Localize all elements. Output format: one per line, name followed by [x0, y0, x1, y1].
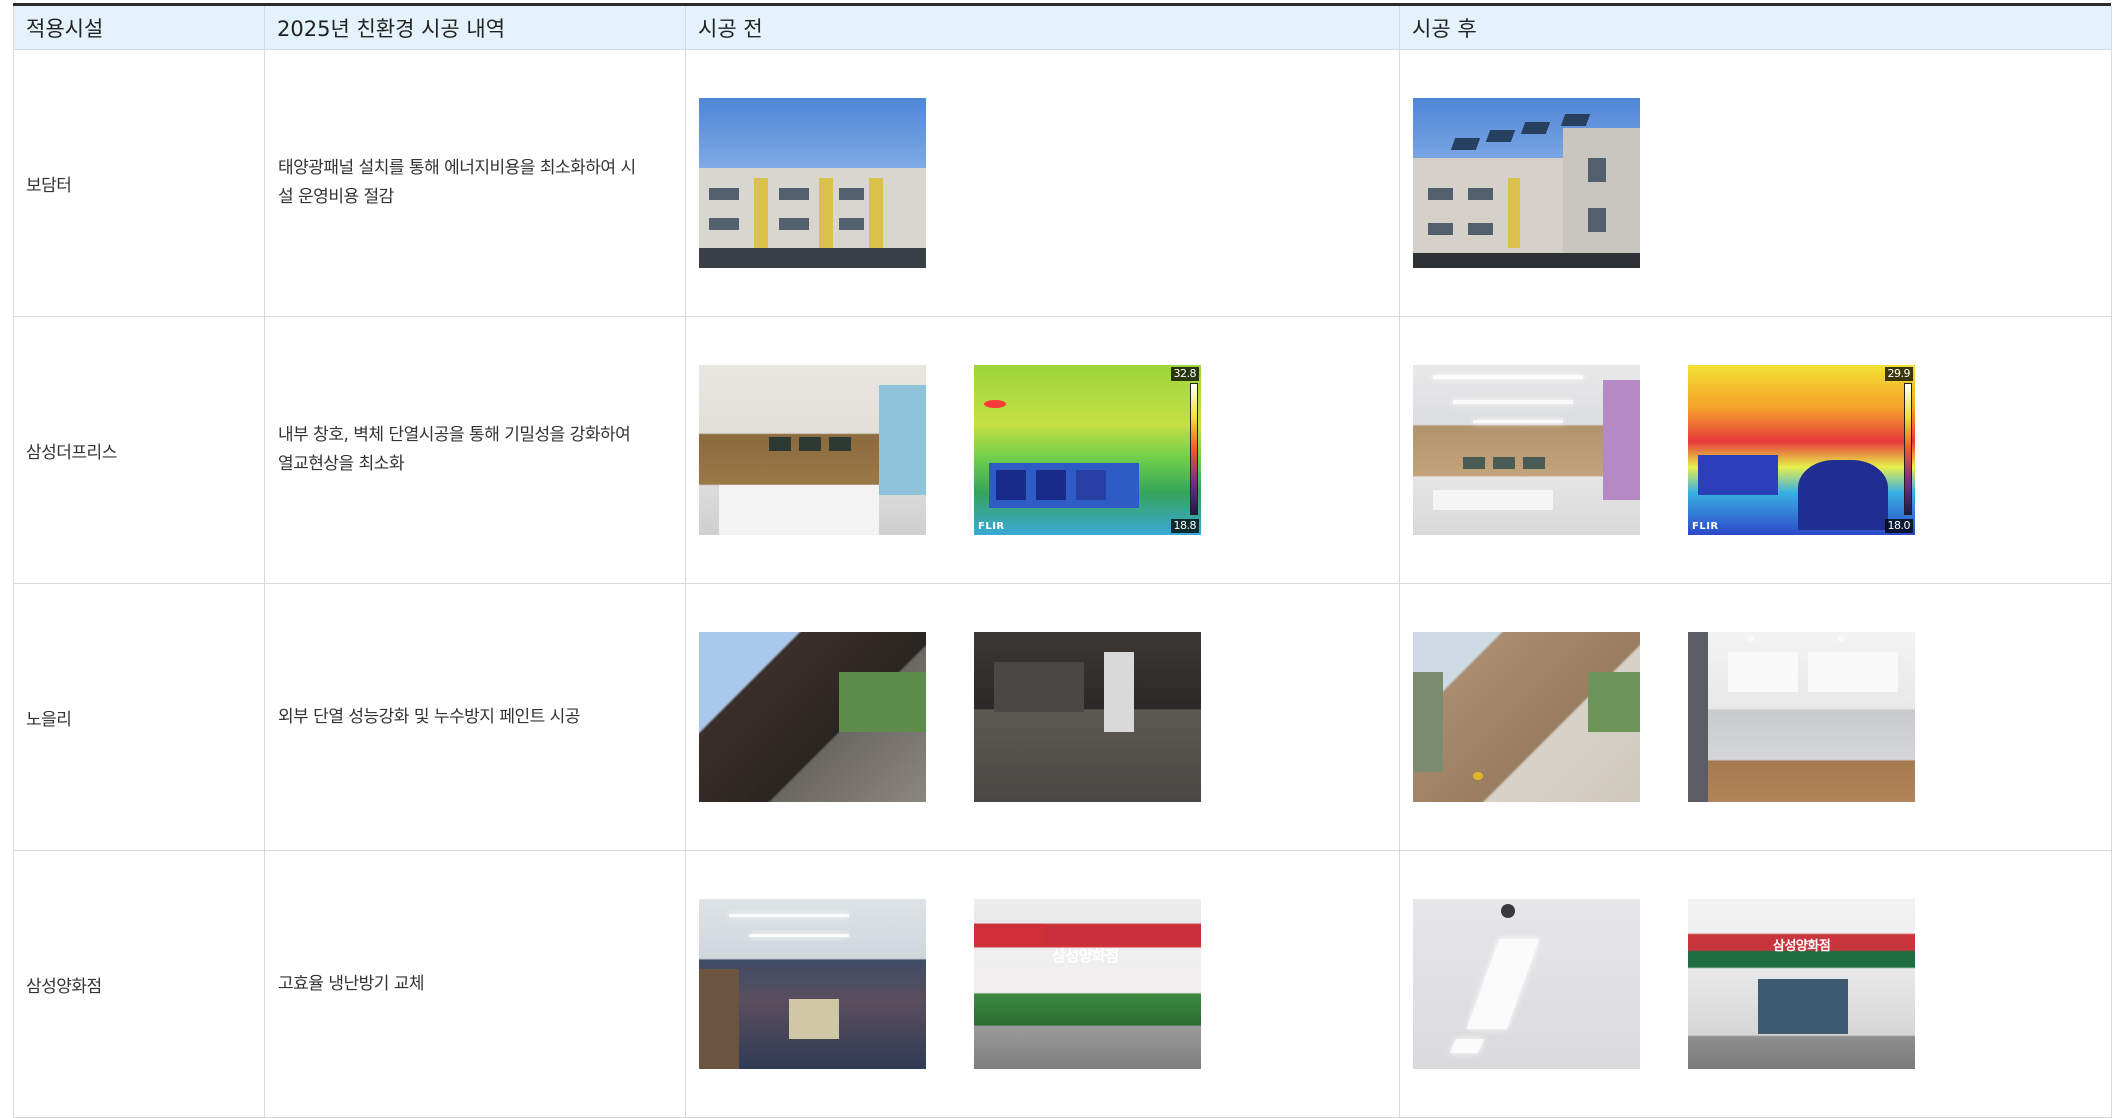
after-photos-cell — [1399, 49, 2112, 317]
before-photos-cell: 32.8 18.8 FLIR — [685, 316, 1400, 584]
after-photos-cell: 29.9 18.0 FLIR — [1399, 316, 2112, 584]
thermal-image-before-photo[interactable]: 32.8 18.8 FLIR — [974, 365, 1201, 535]
construction-description: 내부 창호, 벽체 단열시공을 통해 기밀성을 강화하여 열교현상을 최소화 — [264, 316, 686, 584]
construction-history-table-wrap: 적용시설 2025년 친환경 시공 내역 시공 전 시공 후 보담터 태양광패널… — [13, 3, 2112, 1118]
burnt-interior-before-photo[interactable] — [974, 632, 1201, 802]
building-exterior-before-photo[interactable] — [699, 98, 926, 268]
table-header-row: 적용시설 2025년 친환경 시공 내역 시공 전 시공 후 — [13, 6, 2112, 50]
after-photos-cell — [1399, 583, 2112, 851]
facility-name: 삼성양화점 — [13, 850, 265, 1118]
after-photos-cell: 삼성양화점 — [1399, 850, 2112, 1118]
header-description: 2025년 친환경 시공 내역 — [264, 6, 686, 50]
table-row: 노을리 외부 단열 성능강화 및 누수방지 페인트 시공 — [13, 583, 2112, 851]
table-row: 보담터 태양광패널 설치를 통해 에너지비용을 최소화하여 시설 운영비용 절감 — [13, 49, 2112, 317]
burnt-exterior-before-photo[interactable] — [699, 632, 926, 802]
interior-room-after-photo[interactable] — [1413, 365, 1640, 535]
thermal-max-temp: 32.8 — [1170, 367, 1199, 381]
interior-room-before-photo[interactable] — [699, 365, 926, 535]
header-facility: 적용시설 — [13, 6, 265, 50]
construction-history-table: 적용시설 2025년 친환경 시공 내역 시공 전 시공 후 보담터 태양광패널… — [13, 6, 2112, 1118]
repaired-exterior-after-photo[interactable] — [1413, 632, 1640, 802]
thermal-max-temp: 29.9 — [1884, 367, 1913, 381]
building-exterior-solar-after-photo[interactable] — [1413, 98, 1640, 268]
table-row: 삼성더프리스 내부 창호, 벽체 단열시공을 통해 기밀성을 강화하여 열교현상… — [13, 316, 2112, 584]
before-photos-cell: 삼성양화점 — [685, 850, 1400, 1118]
thermal-image-after-photo[interactable]: 29.9 18.0 FLIR — [1688, 365, 1915, 535]
storefront-street-after-photo[interactable]: 삼성양화점 — [1688, 899, 1915, 1069]
thermal-min-temp: 18.8 — [1170, 519, 1199, 533]
construction-description: 외부 단열 성능강화 및 누수방지 페인트 시공 — [264, 583, 686, 851]
construction-description: 고효율 냉난방기 교체 — [264, 850, 686, 1118]
before-photos-cell — [685, 583, 1400, 851]
facility-name: 노을리 — [13, 583, 265, 851]
ceiling-light-after-photo[interactable] — [1413, 899, 1640, 1069]
store-sign: 삼성양화점 — [1773, 939, 1831, 954]
facility-name: 보담터 — [13, 49, 265, 317]
shoe-store-interior-before-photo[interactable] — [699, 899, 926, 1069]
kitchen-interior-after-photo[interactable] — [1688, 632, 1915, 802]
flir-logo: FLIR — [1692, 521, 1719, 532]
facility-name: 삼성더프리스 — [13, 316, 265, 584]
store-sign: 삼성양화점 — [1052, 947, 1119, 965]
storefront-street-before-photo[interactable]: 삼성양화점 — [974, 899, 1201, 1069]
thermal-min-temp: 18.0 — [1884, 519, 1913, 533]
header-after: 시공 후 — [1399, 6, 2112, 50]
table-row: 삼성양화점 고효율 냉난방기 교체 삼성양화점 삼성양화점 — [13, 850, 2112, 1118]
header-before: 시공 전 — [685, 6, 1400, 50]
flir-logo: FLIR — [978, 521, 1005, 532]
construction-description: 태양광패널 설치를 통해 에너지비용을 최소화하여 시설 운영비용 절감 — [264, 49, 686, 317]
before-photos-cell — [685, 49, 1400, 317]
